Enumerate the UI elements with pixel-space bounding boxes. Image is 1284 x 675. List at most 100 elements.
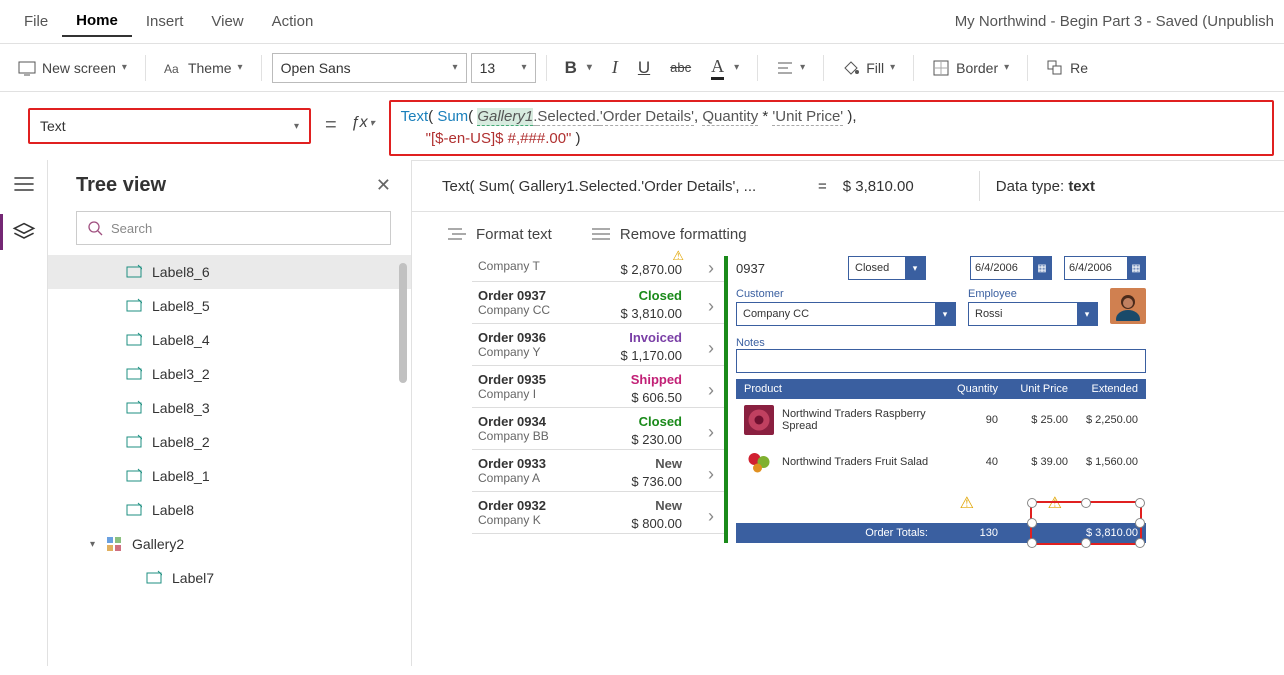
eval-equals: = (818, 178, 827, 195)
grid-row[interactable]: Northwind Traders Raspberry Spread 90 $ … (736, 399, 1146, 441)
format-text-button[interactable]: Format text (448, 226, 552, 243)
fill-label: Fill (866, 60, 884, 76)
tree-item[interactable]: Label8_6 (48, 255, 411, 289)
chevron-right-icon: › (708, 296, 714, 317)
italic-button[interactable]: I (604, 53, 626, 82)
employee-label: Employee (968, 288, 1098, 300)
hamburger-icon[interactable] (12, 172, 36, 196)
separator (823, 55, 824, 81)
customer-label: Customer (736, 288, 956, 300)
date1-field[interactable]: 6/4/2006▦ (970, 256, 1052, 280)
tree-list[interactable]: Label8_6 Label8_5 Label8_4 Label3_2 Labe… (48, 255, 411, 675)
underline-button[interactable]: U (630, 54, 658, 82)
separator (261, 55, 262, 81)
search-input[interactable]: Search (76, 211, 391, 245)
tree-item[interactable]: Label8 (48, 493, 411, 527)
bold-button[interactable]: B▾ (557, 54, 600, 82)
tree-item[interactable]: Label8_2 (48, 425, 411, 459)
customer-combo[interactable]: Company CC▾ (736, 302, 956, 326)
order-totals-row: Order Totals: 130 $ 3,810.00 (736, 523, 1146, 543)
property-name: Text (40, 118, 66, 134)
font-size-select[interactable]: 13 ▾ (471, 53, 536, 83)
gallery-icon (106, 536, 122, 552)
menu-view[interactable]: View (197, 7, 257, 36)
strike-button[interactable]: abc (662, 56, 699, 79)
chevron-right-icon: › (708, 380, 714, 401)
label-icon (126, 264, 142, 280)
font-name: Open Sans (281, 60, 351, 76)
separator (757, 55, 758, 81)
menu-file[interactable]: File (10, 7, 62, 36)
tree-view-panel: Tree view ✕ Search Label8_6 Label8_5 Lab… (48, 160, 412, 666)
search-placeholder: Search (111, 221, 152, 236)
new-screen-button[interactable]: New screen ▾ (10, 55, 135, 81)
employee-combo[interactable]: Rossi▾ (968, 302, 1098, 326)
order-row[interactable]: Order 0934Company BB Closed $ 230.00 › (472, 408, 724, 450)
calendar-icon: ▦ (1033, 257, 1051, 279)
chevron-right-icon: › (708, 464, 714, 485)
separator (913, 55, 914, 81)
chevron-down-icon: ▾ (935, 303, 955, 325)
label-icon (126, 502, 142, 518)
justify-icon (592, 227, 610, 241)
order-row[interactable]: Order 0933Company A New $ 736.00 › (472, 450, 724, 492)
selected-total-label[interactable]: $ 3,810.00 (998, 527, 1138, 539)
chevron-down-icon: ▾ (122, 62, 127, 73)
menu-action[interactable]: Action (258, 7, 328, 36)
chevron-right-icon: › (708, 258, 714, 279)
order-row[interactable]: ⚠ Company T $ 2,870.00 › (472, 256, 724, 282)
order-row[interactable]: Order 0935Company I Shipped $ 606.50 › (472, 366, 724, 408)
font-color-button[interactable]: A▾ (703, 52, 747, 84)
chevron-down-icon: ▾ (522, 62, 527, 73)
scrollbar[interactable] (399, 263, 407, 383)
rail-active-indicator (0, 214, 3, 250)
tree-item[interactable]: Label8_3 (48, 391, 411, 425)
tree-item[interactable]: Label7 (48, 561, 411, 595)
svg-text:Aa: Aa (164, 62, 179, 76)
order-number: 0937 (736, 261, 836, 276)
left-rail (0, 160, 48, 666)
caret-icon[interactable]: ▾ (90, 539, 95, 550)
tree-item[interactable]: Label8_1 (48, 459, 411, 493)
theme-button[interactable]: Aa Theme ▾ (156, 55, 251, 81)
order-row[interactable]: Order 0936Company Y Invoiced $ 1,170.00 … (472, 324, 724, 366)
screen-icon (18, 59, 36, 77)
grid-row[interactable]: Northwind Traders Fruit Salad 40 $ 39.00… (736, 441, 1146, 483)
date2-field[interactable]: 6/4/2006▦ (1064, 256, 1146, 280)
status-combo[interactable]: Closed▾ (848, 256, 926, 280)
border-button[interactable]: Border ▾ (924, 55, 1017, 81)
new-screen-label: New screen (42, 60, 116, 76)
notes-input[interactable] (736, 349, 1146, 373)
formula-input[interactable]: Text( Sum( Gallery1.Selected.'Order Deta… (389, 100, 1274, 156)
chevron-right-icon: › (708, 506, 714, 527)
menu-home[interactable]: Home (62, 6, 132, 37)
order-gallery[interactable]: ⚠ Company T $ 2,870.00 › Order 0937Compa… (472, 256, 724, 543)
tree-item[interactable]: Label8_5 (48, 289, 411, 323)
order-row[interactable]: Order 0932Company K New $ 800.00 › (472, 492, 724, 534)
property-bar: Text ▾ = ƒx▾ Text( Sum( Gallery1.Selecte… (0, 92, 1284, 160)
chevron-right-icon: › (708, 338, 714, 359)
close-icon[interactable]: ✕ (376, 175, 391, 196)
fill-button[interactable]: Fill ▾ (834, 55, 903, 81)
tree-item-gallery[interactable]: ▾Gallery2 (48, 527, 411, 561)
reorder-button[interactable]: Re (1038, 55, 1096, 81)
eval-expression: Text( Sum( Gallery1.Selected.'Order Deta… (442, 178, 802, 195)
format-icon (448, 227, 466, 241)
chevron-down-icon: ▾ (890, 62, 895, 73)
fx-button[interactable]: ƒx▾ (351, 114, 375, 132)
order-row[interactable]: Order 0937Company CC Closed $ 3,810.00 › (472, 282, 724, 324)
format-bar: Format text Remove formatting (412, 212, 1284, 256)
tree-item[interactable]: Label3_2 (48, 357, 411, 391)
menu-insert[interactable]: Insert (132, 7, 198, 36)
font-select[interactable]: Open Sans ▾ (272, 53, 467, 83)
layers-icon[interactable] (12, 220, 36, 244)
remove-formatting-button[interactable]: Remove formatting (592, 226, 747, 243)
app-title: My Northwind - Begin Part 3 - Saved (Unp… (955, 13, 1274, 30)
separator (145, 55, 146, 81)
label-icon (126, 400, 142, 416)
align-button[interactable]: ▾ (768, 55, 813, 81)
separator (979, 171, 980, 201)
property-select[interactable]: Text ▾ (28, 108, 311, 144)
align-icon (776, 59, 794, 77)
tree-item[interactable]: Label8_4 (48, 323, 411, 357)
